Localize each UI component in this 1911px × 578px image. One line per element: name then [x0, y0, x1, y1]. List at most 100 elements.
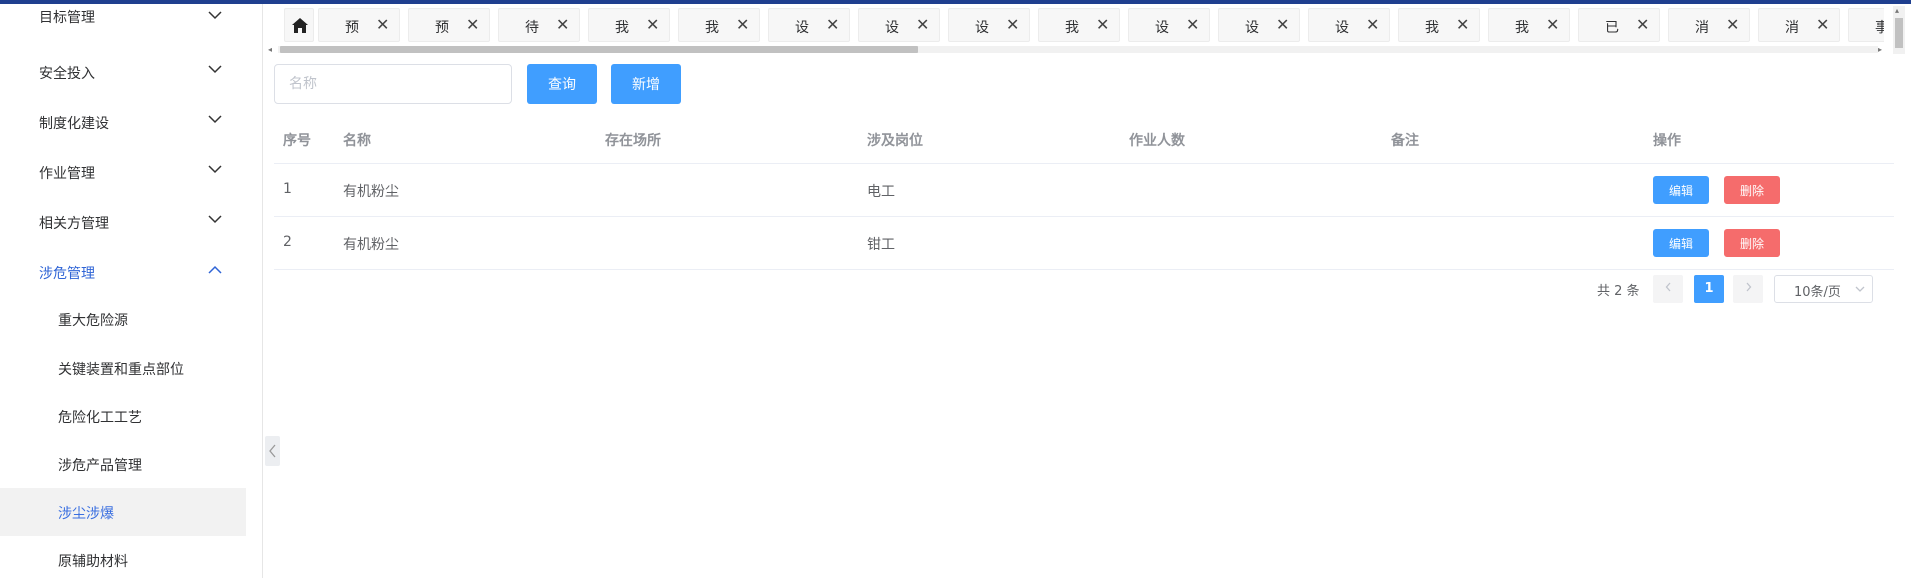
tab-item[interactable]: 消 ✕ [1758, 8, 1840, 42]
sidebar-subitem-label: 危险化工工艺 [58, 410, 142, 426]
cell-name: 有机粉尘 [343, 237, 399, 253]
cell-index: 2 [283, 234, 292, 250]
tab-item[interactable]: 设 ✕ [1128, 8, 1210, 42]
scrollbar-thumb[interactable] [1895, 18, 1903, 48]
close-icon[interactable]: ✕ [916, 15, 929, 34]
tab-item[interactable]: 设 ✕ [1218, 8, 1300, 42]
pagination-next-button[interactable] [1733, 275, 1763, 303]
close-icon[interactable]: ✕ [1456, 15, 1469, 34]
sidebar-subitem-hazardous-products[interactable]: 涉危产品管理 [0, 440, 246, 488]
tab-label: 我 [1065, 20, 1079, 36]
sidebar-item-label: 安全投入 [39, 66, 95, 82]
sidebar-subitem-label: 涉危产品管理 [58, 458, 142, 474]
column-header-post: 涉及岗位 [867, 133, 923, 149]
tab-item[interactable]: 设 ✕ [858, 8, 940, 42]
sidebar-item-label: 目标管理 [39, 10, 95, 26]
tab-label: 预 [435, 20, 449, 36]
sidebar-collapse-toggle[interactable] [265, 436, 280, 466]
edit-button[interactable]: 编辑 [1653, 229, 1709, 257]
cell-post: 钳工 [867, 237, 895, 253]
delete-button[interactable]: 删除 [1724, 229, 1780, 257]
tab-label: 消 [1695, 20, 1709, 36]
close-icon[interactable]: ✕ [736, 15, 749, 34]
sidebar-subitem-major-hazard[interactable]: 重大危险源 [0, 295, 246, 343]
top-accent-bar [0, 0, 1911, 4]
query-button[interactable]: 查询 [527, 64, 597, 104]
chevron-down-icon [208, 215, 222, 225]
tab-bar-scrollbar[interactable]: ◂ ▸ [268, 45, 1888, 54]
sidebar-item-institutional-building[interactable]: 制度化建设 [0, 102, 246, 142]
sidebar-subitem-label: 重大危险源 [58, 313, 128, 329]
tab-item[interactable]: 我 ✕ [1488, 8, 1570, 42]
tab-item[interactable]: 设 ✕ [768, 8, 850, 42]
close-icon[interactable]: ✕ [826, 15, 839, 34]
sidebar-item-operation-management[interactable]: 作业管理 [0, 152, 246, 192]
sidebar-item-target-management[interactable]: 目标管理 [0, 4, 246, 44]
sidebar-subitem-key-devices[interactable]: 关键装置和重点部位 [0, 344, 246, 392]
close-icon[interactable]: ✕ [1726, 15, 1739, 34]
chevron-down-icon [208, 165, 222, 175]
add-button[interactable]: 新增 [611, 64, 681, 104]
sidebar-item-label: 涉危管理 [39, 266, 95, 282]
vertical-scrollbar[interactable]: ▴ [1893, 6, 1905, 54]
close-icon[interactable]: ✕ [1816, 15, 1829, 34]
tab-item[interactable]: 设 ✕ [948, 8, 1030, 42]
pagination-total: 共 2 条 [1597, 284, 1640, 299]
tab-item[interactable]: 预 ✕ [318, 8, 400, 42]
data-table: 序号 名称 存在场所 涉及岗位 作业人数 备注 操作 1 有机粉尘 电工 编辑 … [274, 116, 1894, 270]
tab-item[interactable]: 我 ✕ [678, 8, 760, 42]
delete-button[interactable]: 删除 [1724, 176, 1780, 204]
column-header-place: 存在场所 [605, 133, 661, 149]
cell-index: 1 [283, 181, 292, 197]
close-icon[interactable]: ✕ [1006, 15, 1019, 34]
tab-item[interactable]: 我 ✕ [1038, 8, 1120, 42]
sidebar-item-hazard-management[interactable]: 涉危管理 [0, 252, 246, 292]
pagination-prev-button[interactable] [1653, 275, 1683, 303]
edit-button[interactable]: 编辑 [1653, 176, 1709, 204]
close-icon[interactable]: ✕ [376, 15, 389, 34]
sidebar-subitem-auxiliary-materials[interactable]: 原辅助材料 [0, 536, 246, 578]
sidebar-subitem-label: 涉尘涉爆 [58, 506, 114, 522]
close-icon[interactable]: ✕ [1636, 15, 1649, 34]
scroll-up-arrow-icon[interactable]: ▴ [1895, 6, 1899, 15]
cell-name: 有机粉尘 [343, 184, 399, 200]
tab-label: 我 [705, 20, 719, 36]
scroll-right-arrow-icon[interactable]: ▸ [1878, 45, 1882, 54]
chevron-up-icon [208, 265, 222, 275]
chevron-down-icon [208, 115, 222, 125]
sidebar-subitem-hazardous-process[interactable]: 危险化工工艺 [0, 392, 246, 440]
pagination-page-current[interactable]: 1 [1694, 275, 1724, 303]
sidebar-subitem-label: 关键装置和重点部位 [58, 362, 184, 378]
close-icon[interactable]: ✕ [1366, 15, 1379, 34]
table-header: 序号 名称 存在场所 涉及岗位 作业人数 备注 操作 [274, 116, 1894, 164]
tab-item[interactable]: 待 ✕ [498, 8, 580, 42]
close-icon[interactable]: ✕ [556, 15, 569, 34]
close-icon[interactable]: ✕ [646, 15, 659, 34]
tab-item[interactable]: 消 ✕ [1668, 8, 1750, 42]
close-icon[interactable]: ✕ [466, 15, 479, 34]
tab-item[interactable]: 事✕ [1848, 8, 1884, 42]
tab-label: 待 [525, 20, 539, 36]
sidebar-item-safety-investment[interactable]: 安全投入 [0, 52, 246, 92]
tab-label: 预 [345, 20, 359, 36]
name-search-input[interactable] [274, 64, 512, 104]
tab-label: 设 [795, 20, 809, 36]
tab-home[interactable] [284, 8, 314, 42]
tab-label: 事 [1875, 20, 1884, 36]
tab-label: 设 [1335, 20, 1349, 36]
tab-item[interactable]: 设 ✕ [1308, 8, 1390, 42]
tab-item[interactable]: 我 ✕ [588, 8, 670, 42]
close-icon[interactable]: ✕ [1546, 15, 1559, 34]
sidebar-item-related-party[interactable]: 相关方管理 [0, 202, 246, 242]
tab-item[interactable]: 我 ✕ [1398, 8, 1480, 42]
page-size-select[interactable]: 10条/页 [1774, 275, 1873, 303]
tab-item[interactable]: 预 ✕ [408, 8, 490, 42]
scrollbar-thumb[interactable] [280, 46, 918, 53]
tab-item[interactable]: 已 ✕ [1578, 8, 1660, 42]
close-icon[interactable]: ✕ [1186, 15, 1199, 34]
tab-label: 我 [1515, 20, 1529, 36]
scroll-left-arrow-icon[interactable]: ◂ [268, 45, 272, 54]
close-icon[interactable]: ✕ [1096, 15, 1109, 34]
close-icon[interactable]: ✕ [1276, 15, 1289, 34]
sidebar-subitem-dust-explosion[interactable]: 涉尘涉爆 [0, 488, 246, 536]
